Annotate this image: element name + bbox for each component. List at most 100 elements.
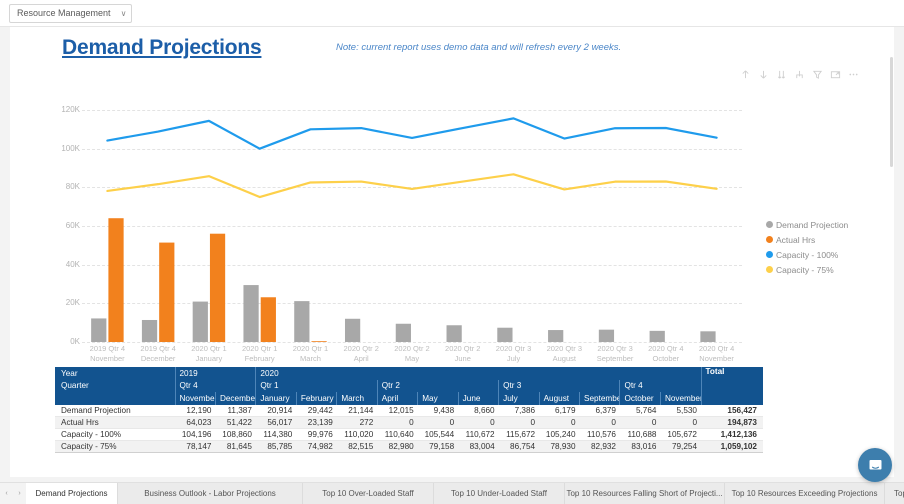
table-row[interactable]: Demand Projection 12,190 11,387 20,914 29,44… — [55, 404, 763, 417]
matrix-value-cell: 82,980 — [377, 440, 418, 453]
chart-bar[interactable] — [159, 242, 175, 342]
matrix-row-label: Demand Projection — [55, 404, 175, 417]
matrix-value-cell: 23,139 — [296, 416, 337, 429]
page-tab[interactable]: Top 10 Resources Falling Short of Projec… — [565, 483, 725, 504]
demand-projections-chart[interactable]: 0K 20K 40K 60K 80K 100K 120K 2019 Qtr 4 Novembe… — [10, 82, 894, 372]
chart-x-tick: 2020 Qtr 1 February — [241, 344, 278, 363]
matrix-header-cell[interactable]: May — [417, 392, 459, 405]
matrix-header-cell[interactable]: April — [377, 392, 419, 405]
chart-x-tick: 2019 Qtr 4 November — [89, 344, 126, 363]
chart-bar[interactable] — [141, 319, 158, 342]
page-tab[interactable]: Business Outlook - Labor Projections — [118, 483, 303, 504]
matrix-value-cell: 272 — [336, 416, 378, 429]
matrix-header-cell[interactable]: August — [539, 392, 581, 405]
matrix-header-cell[interactable]: Qtr 3 — [498, 379, 621, 392]
workspace-dropdown[interactable]: Resource Management ∨ — [9, 3, 133, 23]
matrix-header-cell[interactable]: October — [619, 392, 661, 405]
table-row[interactable]: Actual Hrs 64,023 51,422 56,017 23,139 272 0 0 0… — [55, 416, 763, 429]
chat-widget-button[interactable] — [858, 448, 892, 482]
chart-bar[interactable] — [548, 330, 564, 342]
legend-item[interactable]: Capacity - 75% — [766, 262, 894, 277]
chart-bar[interactable] — [446, 325, 462, 342]
matrix-header-cell[interactable]: Qtr 4 — [175, 379, 257, 392]
table-row[interactable]: Capacity - 75% 78,147 81,645 85,785 74,982 82… — [55, 440, 763, 453]
matrix-value-cell: 0 — [539, 416, 580, 429]
legend-item[interactable]: Actual Hrs — [766, 232, 894, 247]
chart-x-tick: 2020 Qtr 2 June — [445, 344, 481, 363]
legend-label: Demand Projection — [776, 219, 849, 230]
matrix-value-cell: 74,982 — [296, 440, 337, 453]
chart-bar[interactable] — [598, 329, 615, 342]
matrix-value-cell: 9,438 — [417, 404, 459, 417]
report-page: Resource Management ∨ Demand Projections… — [0, 0, 904, 504]
matrix-header-cell[interactable]: November — [175, 392, 216, 405]
tabs-prev-button[interactable]: ‹ — [0, 483, 13, 504]
page-tab[interactable]: Demand Projections — [26, 483, 118, 504]
matrix-header-cell[interactable]: December — [215, 392, 257, 405]
page-tab[interactable]: Top 10 Resources Exceeding Projections — [725, 483, 885, 504]
matrix-header-cell[interactable]: Qtr 4 — [619, 379, 702, 392]
legend-label: Actual Hrs — [776, 234, 816, 245]
matrix-value-cell: 115,672 — [498, 428, 540, 441]
chart-bar[interactable] — [192, 301, 208, 342]
chart-bar[interactable] — [649, 330, 665, 342]
matrix-header-cell[interactable]: February — [296, 392, 338, 405]
canvas-scrollbar[interactable] — [890, 57, 893, 167]
legend-color-swatch — [766, 236, 773, 243]
chart-bar[interactable] — [108, 218, 124, 342]
chart-y-tick: 100K — [61, 143, 80, 153]
drill-mode-icon[interactable] — [794, 69, 805, 80]
page-tab[interactable]: Top 10 Projects Falling Short of Project… — [885, 483, 904, 504]
legend-item[interactable]: Demand Projection — [766, 217, 894, 232]
drill-down-icon[interactable] — [758, 69, 769, 80]
matrix-value-cell: 12,190 — [175, 404, 216, 417]
matrix-header-cell[interactable]: Qtr 1 — [255, 379, 378, 392]
matrix-header-cell[interactable]: March — [336, 392, 378, 405]
chart-y-tick: 0K — [70, 337, 80, 346]
workspace-dropdown-label: Resource Management — [17, 8, 111, 18]
matrix-header-cell[interactable]: January — [255, 392, 297, 405]
matrix-value-cell: 105,544 — [417, 428, 459, 441]
matrix-row-label: Capacity - 100% — [55, 428, 175, 441]
chart-bar[interactable] — [311, 341, 327, 342]
chart-bar[interactable] — [294, 301, 310, 342]
tabs-next-button[interactable]: › — [13, 483, 26, 504]
matrix-value-cell: 82,932 — [579, 440, 620, 453]
matrix-header-cell[interactable]: November — [660, 392, 702, 405]
chart-bar[interactable] — [260, 297, 276, 342]
visual-toolbar — [740, 69, 859, 80]
matrix-value-cell: 104,196 — [175, 428, 216, 441]
matrix-header-cell[interactable]: Qtr 2 — [377, 379, 500, 392]
matrix-header-cell[interactable]: 2020 — [255, 367, 702, 380]
chart-line[interactable] — [106, 173, 718, 199]
page-tab[interactable]: Top 10 Under-Loaded Staff — [434, 483, 565, 504]
page-tab[interactable]: Top 10 Over-Loaded Staff — [303, 483, 434, 504]
matrix-value-cell: 105,240 — [539, 428, 580, 441]
chat-icon — [869, 459, 881, 469]
matrix-value-cell: 0 — [660, 416, 701, 429]
focus-mode-icon[interactable] — [830, 69, 841, 80]
filter-icon[interactable] — [812, 69, 823, 80]
chart-bar[interactable] — [91, 318, 107, 342]
legend-item[interactable]: Capacity - 100% — [766, 247, 894, 262]
matrix-header-cell[interactable]: June — [458, 392, 500, 405]
chart-bar[interactable] — [700, 331, 716, 342]
matrix-header-cell[interactable]: 2019 — [175, 367, 257, 380]
chart-bar[interactable] — [497, 327, 513, 342]
chart-x-tick: 2020 Qtr 2 May — [394, 344, 430, 363]
more-options-icon[interactable] — [848, 69, 859, 80]
drill-up-icon[interactable] — [740, 69, 751, 80]
expand-all-icon[interactable] — [776, 69, 787, 80]
matrix-total-cell: 1,059,102 — [701, 440, 763, 453]
chart-bar[interactable] — [243, 285, 259, 342]
matrix-header-cell[interactable]: July — [498, 392, 540, 405]
demand-matrix-table[interactable]: Year 2019 2020 Total Quarter Qtr 4 Qtr 1 Qtr 2Q… — [55, 367, 763, 453]
chart-bar[interactable] — [209, 233, 226, 342]
chart-bar[interactable] — [344, 318, 361, 342]
matrix-value-cell: 0 — [579, 416, 620, 429]
table-row[interactable]: Capacity - 100% 104,196 108,860 114,380 99,9… — [55, 428, 763, 441]
chart-bar[interactable] — [395, 323, 411, 342]
chart-y-tick: 80K — [65, 182, 80, 192]
matrix-header-cell[interactable]: September — [579, 392, 621, 405]
chart-line[interactable] — [106, 117, 718, 150]
